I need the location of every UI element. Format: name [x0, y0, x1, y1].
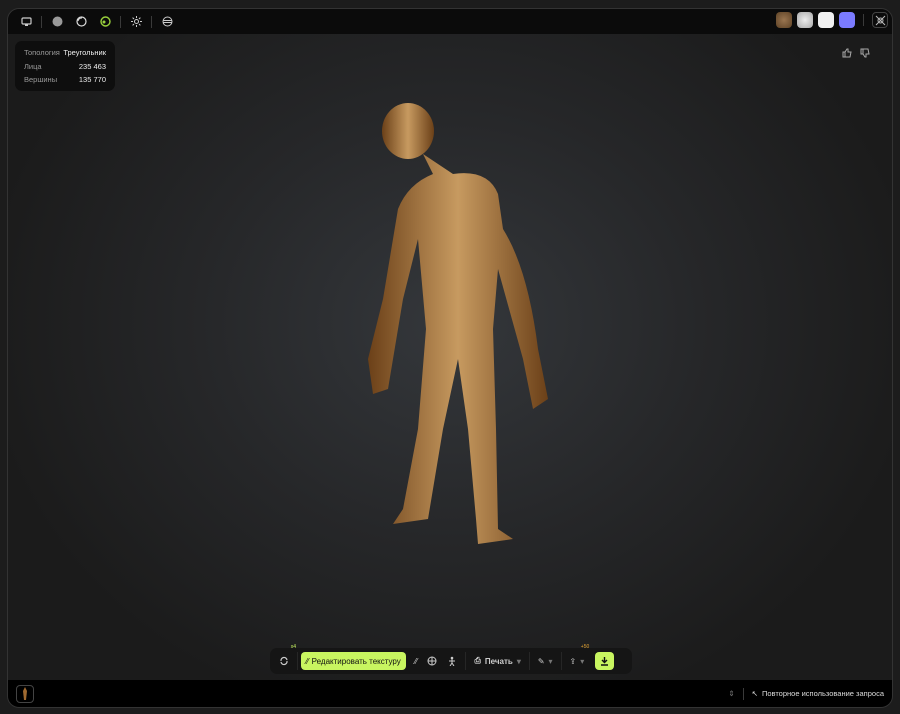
- viewer-window: Топология Треугольник Лица 235 463 Вершины…: [7, 8, 893, 708]
- divider: [742, 687, 744, 700]
- divider: [528, 652, 530, 670]
- vertices-label: Вершины: [24, 75, 58, 85]
- bottom-bar: ⇕ ↖ Повторное использование запроса: [8, 680, 892, 707]
- texture-brush-icon: ⁄⁄: [306, 656, 309, 666]
- edit-texture-label: Редактировать текстуру: [311, 656, 401, 666]
- share-icon: ⇪: [569, 656, 577, 666]
- print-label: Печать: [484, 656, 513, 666]
- thumbs-up-icon[interactable]: [842, 45, 852, 63]
- texture-swatch-normal[interactable]: [839, 12, 855, 28]
- divider: [863, 14, 864, 26]
- remesh-icon: ✎: [537, 656, 545, 666]
- mesh-info-panel: Топология Треугольник Лица 235 463 Вершины…: [15, 41, 115, 91]
- texture-swatch-original[interactable]: [776, 12, 792, 28]
- remesh-dropdown[interactable]: ✎ ▾: [533, 652, 558, 670]
- action-toolbar: x4 ⁄⁄ Редактировать текстуру ⁄⁄ ⎙ Печать ▾ …: [270, 644, 632, 674]
- download-icon: [601, 656, 609, 666]
- texture-swatch-gray[interactable]: [797, 12, 813, 28]
- texture-swatch-white[interactable]: [818, 12, 834, 28]
- topology-label: Топология: [24, 48, 60, 58]
- wireframe-toggle-icon[interactable]: [872, 12, 888, 28]
- reuse-prompt-button[interactable]: ↖ Повторное использование запроса: [752, 689, 884, 698]
- expand-collapse-icon[interactable]: ⇕: [728, 689, 734, 698]
- view-toolbar: [8, 9, 892, 34]
- export-cost-badge: +50: [580, 644, 590, 650]
- regenerate-button[interactable]: x4: [274, 644, 296, 670]
- faces-value: 235 463: [78, 61, 106, 71]
- rig-button[interactable]: [442, 652, 462, 670]
- print-dropdown[interactable]: ⎙ Печать ▾: [469, 652, 525, 670]
- divider: [151, 15, 152, 28]
- faces-label: Лица: [24, 61, 42, 71]
- solid-shading-icon[interactable]: [49, 14, 65, 30]
- topology-value: Треугольник: [63, 48, 106, 58]
- chevron-down-icon: ▾: [548, 656, 553, 666]
- monitor-icon[interactable]: [18, 14, 34, 30]
- divider: [560, 652, 562, 670]
- chevron-down-icon: ▾: [516, 656, 521, 666]
- vertices-value: 135 770: [78, 75, 106, 85]
- texture-tool-button[interactable]: ⁄⁄: [410, 652, 423, 670]
- divider: [41, 15, 42, 28]
- printer-icon: ⎙: [474, 656, 481, 665]
- environment-icon[interactable]: [159, 14, 175, 30]
- divider: [297, 652, 298, 670]
- light-icon[interactable]: [128, 14, 144, 30]
- download-button[interactable]: [595, 652, 615, 670]
- 3d-model-preview[interactable]: [348, 99, 568, 549]
- reuse-prompt-label: Повторное использование запроса: [761, 689, 884, 698]
- clay-shading-icon[interactable]: [73, 14, 89, 30]
- divider: [465, 652, 467, 670]
- textured-shading-icon[interactable]: [97, 14, 113, 30]
- model-thumbnail[interactable]: [16, 684, 34, 703]
- regenerate-count-badge: x4: [290, 644, 296, 650]
- chevron-down-icon: ▾: [580, 656, 585, 666]
- thumbs-down-icon[interactable]: [860, 45, 870, 63]
- edit-texture-button[interactable]: ⁄⁄ Редактировать текстуру: [301, 652, 406, 670]
- segment-button[interactable]: [422, 652, 442, 670]
- divider: [120, 15, 121, 28]
- export-dropdown[interactable]: ⇪ ▾ +50: [565, 644, 590, 670]
- arrow-up-left-icon: ↖: [751, 689, 758, 698]
